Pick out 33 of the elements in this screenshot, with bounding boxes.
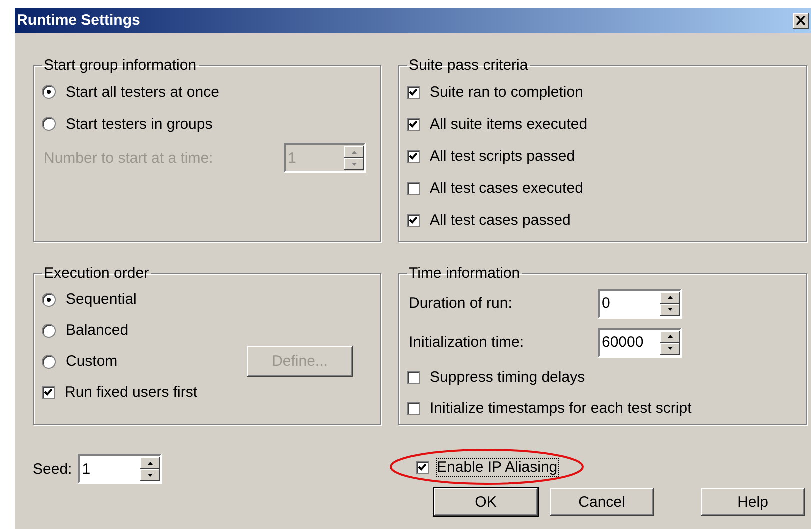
window-title: Runtime Settings [17,12,140,29]
dialog-button[interactable]: Cancel [550,488,654,516]
checkbox-label: All test scripts passed [430,148,576,164]
group-title: Execution order [43,265,150,282]
dialog-button[interactable]: Help [701,488,805,516]
checkbox-label: All suite items executed [430,116,588,132]
radio-label: Balanced [66,322,129,339]
number-spinner[interactable]: 0 [598,288,682,318]
radio-label: Sequential [66,291,137,308]
checkbox-label: Suppress timing delays [430,369,586,386]
number-spinner[interactable]: 1 [78,454,162,484]
field-label: Number to start at a time: [44,150,214,166]
checkbox-label: Enable IP Aliasing [437,458,558,476]
field-label: Duration of run: [409,295,512,312]
field-label: Seed: [33,460,72,478]
checkbox-label: All test cases passed [430,212,571,228]
spinner-value: 60000 [602,334,645,351]
field-label: Initialization time: [409,334,524,351]
spinner-value: 1 [82,460,92,478]
radio-label: Start all testers at once [66,84,220,100]
group-title: Time information [408,265,522,282]
dialog-button[interactable]: OK [434,488,538,516]
group-title: Start group information [43,57,198,74]
checkbox-label: Suite ran to completion [430,84,584,100]
spinner-value: 1 [288,150,298,166]
spinner-value: 0 [602,295,612,312]
number-spinner[interactable]: 60000 [598,328,682,358]
checkbox-label: Initialize timestamps for each test script [430,400,692,417]
checkbox-label: All test cases executed [430,180,584,196]
radio-label: Start testers in groups [66,116,213,132]
radio-label: Custom [66,353,118,370]
checkbox-label: Run fixed users first [65,384,198,401]
group-title: Suite pass criteria [408,57,530,74]
